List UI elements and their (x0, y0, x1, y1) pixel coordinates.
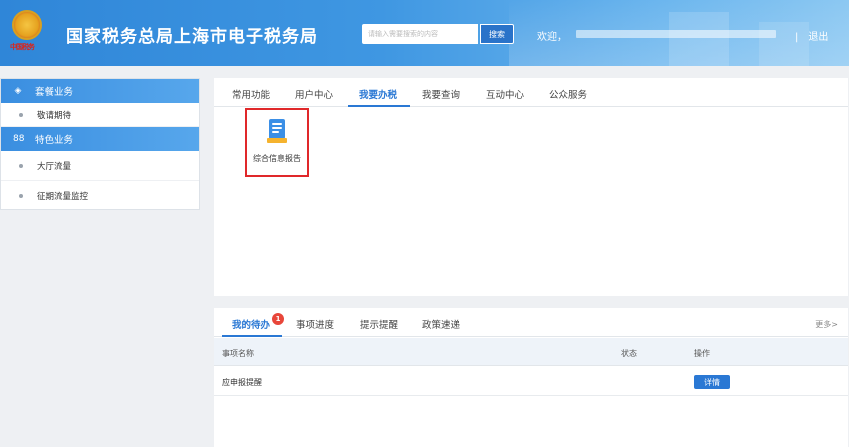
logout-link[interactable]: 退出 (795, 28, 828, 43)
sidebar-item-coming-soon[interactable]: 敬请期待 (1, 103, 199, 127)
tab-progress[interactable]: 事项进度 (296, 317, 334, 331)
sidebar-item-period-monitor[interactable]: 征期流量监控 (1, 181, 199, 211)
todo-count-badge: 1 (272, 313, 284, 325)
bullet-icon (19, 112, 23, 117)
top-header: 中国税务 国家税务总局上海市电子税务局 搜索 欢迎， 退出 (0, 0, 849, 66)
tab-tax-handling[interactable]: 我要办税 (359, 87, 397, 101)
detail-button[interactable]: 详情 (694, 375, 730, 389)
main-tabs: 常用功能 用户中心 我要办税 我要查询 互动中心 公众服务 (214, 78, 848, 107)
tab-interaction-center[interactable]: 互动中心 (486, 87, 524, 101)
table-header: 事项名称 状态 操作 (214, 338, 848, 366)
tab-common-functions[interactable]: 常用功能 (232, 87, 270, 101)
function-tile-info-report[interactable]: 综合信息报告 (245, 108, 309, 177)
function-tile-label: 综合信息报告 (253, 154, 301, 163)
sidebar-item-hall-traffic[interactable]: 大厅流量 (1, 151, 199, 181)
column-header-name: 事项名称 (222, 349, 254, 358)
tax-emblem-logo: 中国税务 (10, 10, 44, 54)
tab-policy-news[interactable]: 政策速递 (422, 317, 460, 331)
more-link[interactable]: 更多> (815, 319, 838, 330)
site-title: 国家税务总局上海市电子税务局 (66, 27, 318, 47)
emblem-icon (12, 10, 42, 40)
emblem-text: 中国税务 (10, 42, 35, 51)
layers-icon: ◈ (14, 86, 22, 96)
tab-public-service[interactable]: 公众服务 (549, 87, 587, 101)
active-tab-indicator (348, 105, 410, 107)
document-icon (267, 119, 287, 143)
main-function-panel: 常用功能 用户中心 我要办税 我要查询 互动中心 公众服务 综合信息报告 (214, 78, 848, 296)
sidebar-item-label: 敬请期待 (37, 110, 72, 121)
search-button[interactable]: 搜索 (480, 24, 514, 44)
sidebar-group-package[interactable]: ◈ 套餐业务 (1, 79, 199, 103)
username-redacted (576, 30, 776, 38)
bullet-icon (19, 194, 23, 198)
sidebar-group-label: 套餐业务 (35, 87, 74, 98)
tab-query[interactable]: 我要查询 (422, 87, 460, 101)
column-header-status: 状态 (621, 349, 637, 358)
welcome-label: 欢迎， (537, 32, 567, 43)
tab-user-center[interactable]: 用户中心 (295, 87, 333, 101)
bullet-icon (19, 163, 23, 168)
row-item-name: 应申报提醒 (222, 378, 262, 387)
search-input[interactable] (362, 24, 478, 44)
grid-icon: 88 (13, 134, 25, 144)
sidebar-item-label: 征期流量监控 (37, 192, 89, 202)
tab-reminders[interactable]: 提示提醒 (360, 317, 398, 331)
sidebar-group-label: 特色业务 (35, 135, 74, 146)
sidebar-item-label: 大厅流量 (37, 161, 72, 172)
sidebar: ◈ 套餐业务 敬请期待 88 特色业务 大厅流量 征期流量监控 (0, 78, 200, 210)
todo-tabs: 我的待办 1 事项进度 提示提醒 政策速递 更多> (214, 308, 848, 337)
tab-my-todo[interactable]: 我的待办 (232, 317, 270, 331)
active-tab-indicator (222, 335, 282, 337)
todo-panel: 我的待办 1 事项进度 提示提醒 政策速递 更多> 事项名称 状态 操作 应申报… (214, 308, 848, 447)
table-row: 应申报提醒 详情 (214, 366, 848, 396)
sidebar-group-featured[interactable]: 88 特色业务 (1, 127, 199, 151)
column-header-action: 操作 (694, 349, 710, 358)
